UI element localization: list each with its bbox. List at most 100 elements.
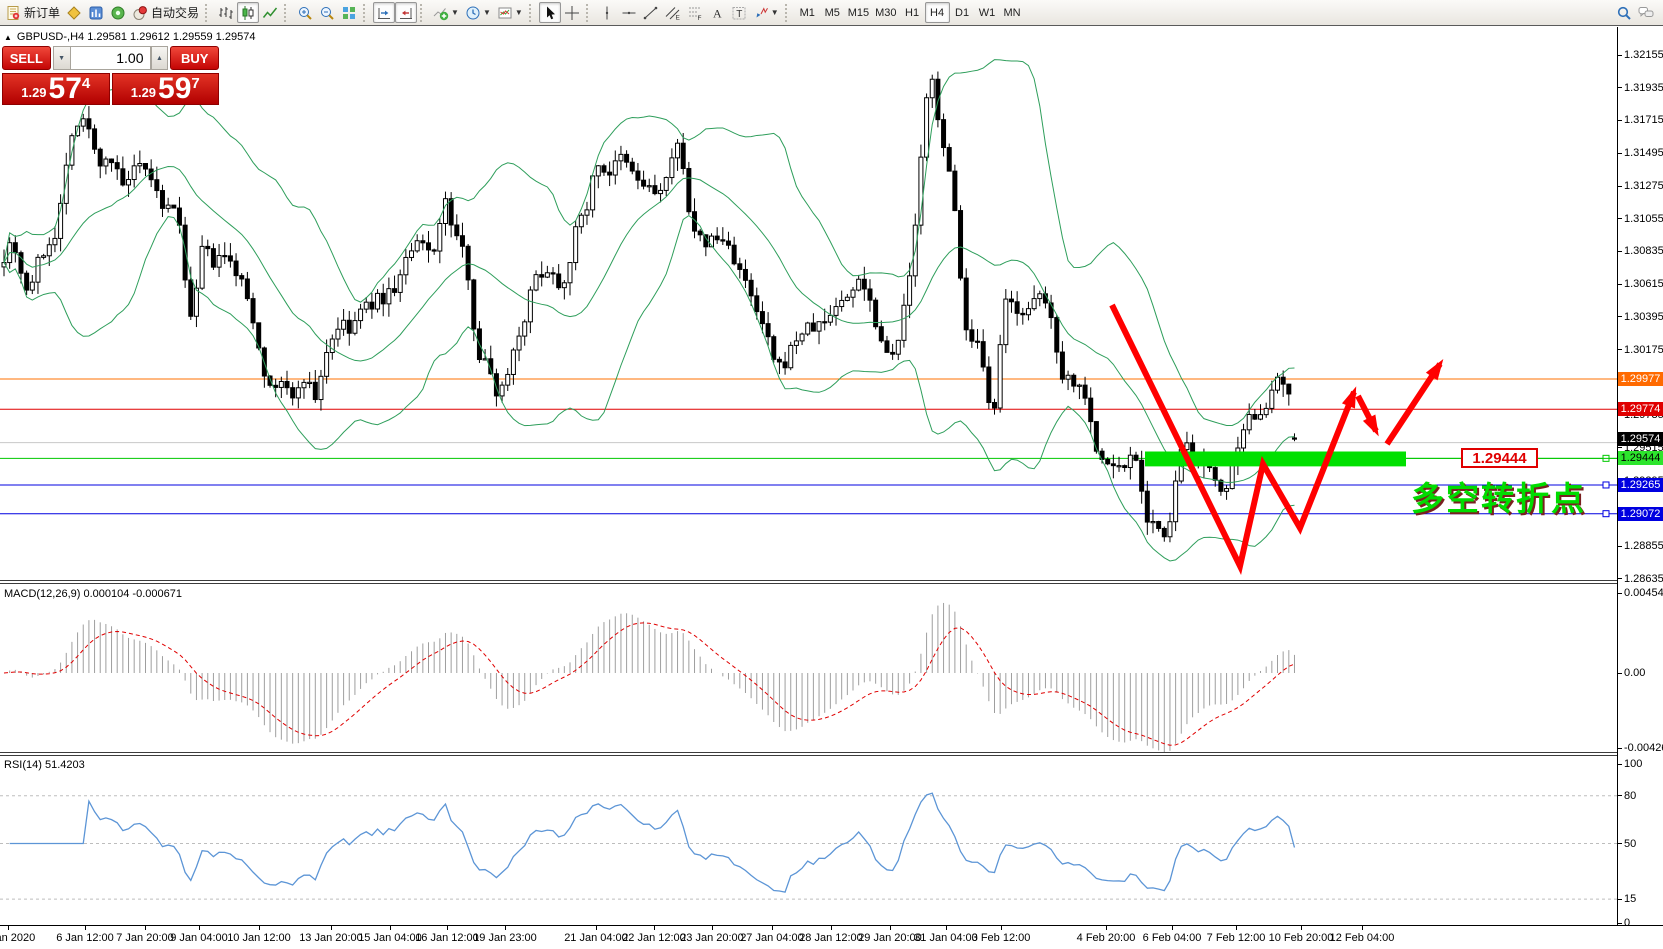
price-callout-box[interactable]: 1.29444: [1461, 448, 1538, 468]
macd-canvas[interactable]: [0, 584, 1617, 752]
journal-icon-button[interactable]: [63, 2, 85, 23]
one-click-trading-panel: SELL ▼ ▲ BUY 1.29 57 4 1.29 59 7: [2, 46, 219, 105]
templates-button[interactable]: ▼: [494, 2, 526, 23]
price-axis-tick: 1.31495: [1618, 147, 1663, 159]
tf-m30-button[interactable]: M30: [872, 2, 899, 23]
alerts-icon-button[interactable]: [107, 2, 129, 23]
text-button[interactable]: A: [706, 2, 728, 23]
price-axis-tick: 1.31275: [1618, 180, 1663, 192]
buy-price-sup: 7: [191, 75, 199, 92]
periods-button[interactable]: ▼: [462, 2, 494, 23]
tf-m5-button[interactable]: M5: [820, 2, 845, 23]
price-badge-1.29574: 1.29574: [1618, 432, 1663, 446]
trendline-button[interactable]: [640, 2, 662, 23]
tf-h1-button[interactable]: H1: [900, 2, 925, 23]
time-axis-tick: [596, 926, 597, 930]
cursor-icon: [542, 5, 558, 21]
time-axis-label: 6 Jan 12:00: [56, 932, 114, 944]
fibonacci-icon: F: [687, 5, 703, 21]
volume-up-button[interactable]: ▲: [151, 46, 169, 70]
bar-chart-button[interactable]: [215, 2, 237, 23]
vertical-line-button[interactable]: [596, 2, 618, 23]
text-label-button[interactable]: T: [728, 2, 750, 23]
arrows-button[interactable]: ▼: [750, 2, 782, 23]
time-axis[interactable]: 3 Jan 20206 Jan 12:007 Jan 20:009 Jan 04…: [0, 926, 1663, 949]
zoom-out-button[interactable]: [316, 2, 338, 23]
tf-m1-button[interactable]: M1: [795, 2, 820, 23]
time-axis-label: 3 Jan 2020: [0, 932, 35, 944]
toolbar: 新订单自动交易▼▼▼EFAT▼M1M5M15M30H1H4D1W1MN: [0, 0, 1663, 26]
rsi-line: [10, 793, 1295, 892]
toolbar-separator: [420, 4, 426, 22]
profiles-icon-button[interactable]: [85, 2, 107, 23]
time-axis-label: 10 Feb 20:00: [1269, 932, 1334, 944]
volume-down-button[interactable]: ▼: [53, 46, 70, 70]
sell-price-box[interactable]: 1.29 57 4: [2, 73, 110, 105]
time-axis-label: 13 Jan 20:00: [299, 932, 363, 944]
buy-button[interactable]: BUY: [170, 46, 219, 70]
price-axis-tick: 0.004542: [1618, 587, 1663, 599]
time-axis-label: 3 Feb 12:00: [972, 932, 1031, 944]
svg-text:F: F: [697, 15, 701, 21]
tf-mn-button[interactable]: MN: [1000, 2, 1025, 23]
buy-price-box[interactable]: 1.29 59 7: [112, 73, 220, 105]
price-callout-text: 1.29444: [1472, 450, 1526, 467]
tile-windows-button[interactable]: [338, 2, 360, 23]
line-handle[interactable]: [1603, 482, 1609, 488]
chevron-down-icon: ▼: [515, 8, 523, 17]
main-chart-canvas[interactable]: [0, 27, 1617, 580]
candlestick-button[interactable]: [237, 2, 259, 23]
crosshair-button[interactable]: [561, 2, 583, 23]
auto-scroll-button[interactable]: [373, 2, 395, 23]
bar-chart-icon: [218, 5, 234, 21]
chart-shift-button[interactable]: [395, 2, 417, 23]
price-axis-tick: 1.30395: [1618, 311, 1663, 323]
time-axis-tick: [199, 926, 200, 930]
price-badge-1.29774: 1.29774: [1618, 402, 1663, 416]
fibonacci-button[interactable]: F: [684, 2, 706, 23]
buy-price-big: 59: [158, 74, 191, 104]
horizontal-line-button[interactable]: [618, 2, 640, 23]
time-axis-label: 7 Feb 12:00: [1207, 932, 1266, 944]
turning-point-annotation[interactable]: 多空转折点: [1411, 472, 1586, 520]
price-badge-1.29265: 1.29265: [1618, 478, 1663, 492]
time-axis-tick: [390, 926, 391, 930]
trade-panel-toggle-icon[interactable]: ▲: [4, 33, 12, 42]
line-handle[interactable]: [1603, 511, 1609, 517]
time-axis-tick: [505, 926, 506, 930]
price-badge-1.29444: 1.29444: [1618, 451, 1663, 465]
rsi-canvas[interactable]: [0, 756, 1617, 925]
chat-button[interactable]: [1635, 2, 1657, 23]
horizontal-line-icon: [621, 5, 637, 21]
templates-icon: [497, 5, 513, 21]
time-axis-label: 15 Jan 04:00: [358, 932, 422, 944]
candles: [2, 72, 1296, 543]
profiles-icon-icon: [88, 5, 104, 21]
tf-m15-button[interactable]: M15: [845, 2, 872, 23]
price-axis[interactable]: 1.321551.319351.317151.314951.312751.310…: [1618, 27, 1663, 925]
autotrading-button[interactable]: 自动交易: [129, 2, 202, 23]
crosshair-icon: [564, 5, 580, 21]
new-order-button[interactable]: 新订单: [2, 2, 63, 23]
line-chart-button[interactable]: [259, 2, 281, 23]
channel-button[interactable]: E: [662, 2, 684, 23]
time-axis-tick: [259, 926, 260, 930]
toolbar-separator: [284, 4, 290, 22]
price-axis-tick: 1.28635: [1618, 573, 1663, 585]
symbol-ohlc-text: GBPUSD-,H4 1.29581 1.29612 1.29559 1.295…: [17, 31, 256, 43]
red-trend-zigzag[interactable]: [1112, 305, 1443, 566]
tf-w1-button[interactable]: W1: [975, 2, 1000, 23]
chevron-down-icon: ▼: [483, 8, 491, 17]
indicators-button[interactable]: ▼: [430, 2, 462, 23]
tf-d1-button[interactable]: D1: [950, 2, 975, 23]
tf-h4-button[interactable]: H4: [925, 2, 950, 23]
sell-price-big: 57: [49, 74, 82, 104]
auto-scroll-icon: [376, 5, 392, 21]
volume-input[interactable]: [70, 46, 151, 70]
cursor-button[interactable]: [539, 2, 561, 23]
zoom-in-button[interactable]: [294, 2, 316, 23]
price-badge-1.29072: 1.29072: [1618, 507, 1663, 521]
sell-button[interactable]: SELL: [2, 46, 51, 70]
price-axis-tick: 0.00: [1618, 667, 1645, 679]
search-button[interactable]: [1613, 2, 1635, 23]
